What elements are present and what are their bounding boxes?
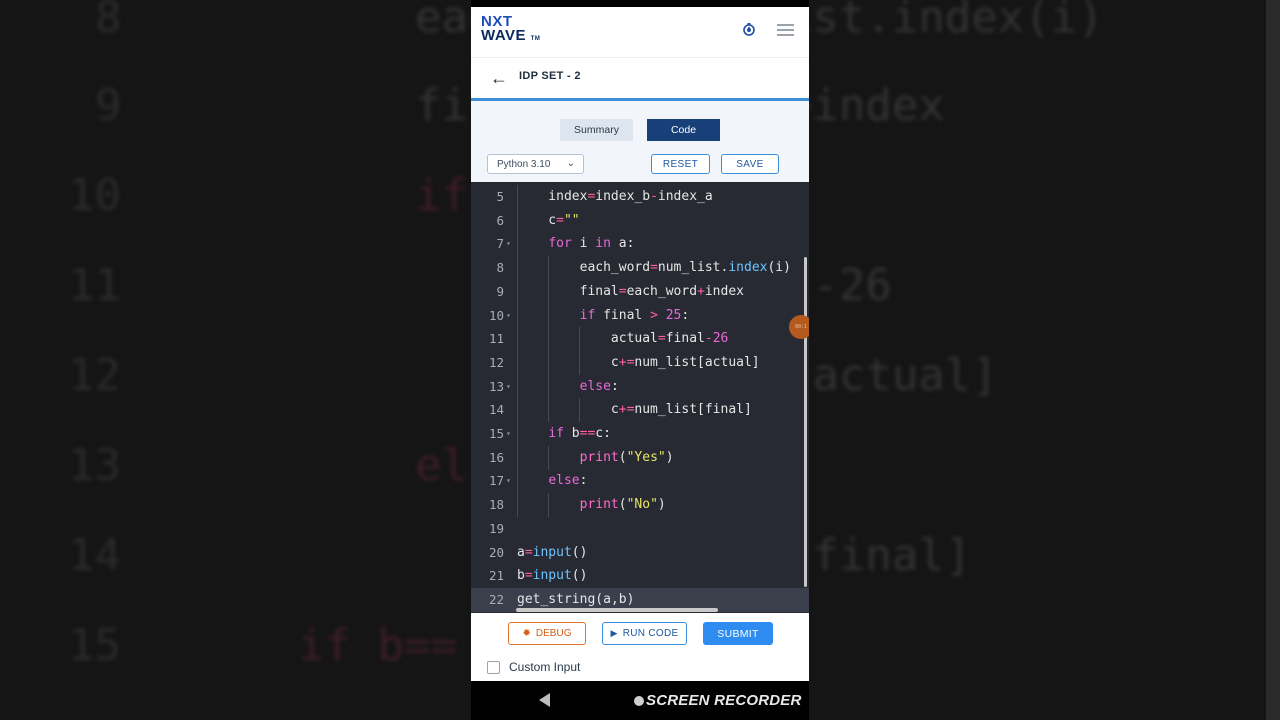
code-line[interactable]: 21 b=input() [471, 564, 809, 588]
code-text: if final > 25: [579, 307, 690, 323]
tab-code[interactable]: Code [647, 119, 720, 141]
code-text: else: [548, 473, 588, 489]
submit-button[interactable]: SUBMIT [703, 622, 773, 645]
line-number: 15 [488, 426, 504, 441]
code-line[interactable]: 19 [471, 517, 809, 541]
code-text: actual=final-26 [517, 331, 729, 347]
exam-title-bar: ← IDP SET - 2 [471, 58, 809, 101]
code-text: a=input() [517, 544, 588, 560]
chevron-down-icon: ⌄ [566, 158, 575, 169]
fold-arrow-icon[interactable]: ▾ [506, 375, 511, 399]
screen-recorder-watermark: SCREEN RECORDER [634, 692, 802, 709]
logo-text-wave: WAVE [481, 27, 527, 44]
code-text: index=index_b-index_a [517, 189, 713, 204]
line-number: 14 [488, 402, 504, 418]
code-text: c+=num_list[final] [517, 402, 752, 418]
line-number: 20 [488, 544, 504, 560]
code-line[interactable]: 17 ▾ else: [471, 469, 809, 494]
line-number: 19 [488, 520, 504, 536]
action-footer: ✹ DEBUG ▶ RUN CODE SUBMIT Custom Input [471, 613, 809, 681]
bug-icon: ✹ [522, 628, 531, 639]
code-text: for i in a: [548, 236, 635, 252]
code-line[interactable]: 5 index=index_b-index_a [471, 185, 809, 209]
code-text: else: [579, 378, 619, 394]
vertical-scrollbar[interactable] [804, 257, 807, 587]
code-text: c+=num_list[actual] [517, 354, 760, 370]
line-number: 21 [488, 568, 504, 584]
logo-trademark: TM [530, 36, 541, 42]
code-text: print("Yes") [579, 449, 674, 465]
line-number: 10 [488, 307, 504, 323]
line-number: 16 [488, 449, 504, 465]
line-number: 18 [488, 497, 504, 513]
language-select-value: Python 3.10 [497, 158, 551, 170]
code-line[interactable]: 13 ▾ else: [471, 374, 809, 399]
code-text: each_word=num_list.index(i) [517, 260, 791, 276]
fold-arrow-icon[interactable]: ▾ [506, 422, 511, 446]
code-text: b=input() [517, 568, 588, 584]
stopwatch-icon[interactable] [742, 22, 756, 36]
fold-arrow-icon[interactable]: ▾ [506, 232, 511, 256]
record-dot-icon [634, 696, 644, 706]
code-text: print("No") [579, 497, 666, 513]
code-editor[interactable]: 22 get_string(a,b) 21 b=input() 20 a=input() 1… [471, 182, 809, 613]
watermark-text: SCREEN RECORDER [646, 692, 802, 709]
code-line[interactable]: 11 actual=final-26 [471, 327, 809, 352]
android-nav-bar: SCREEN RECORDER [471, 681, 809, 720]
code-text: final=each_word+index [517, 283, 744, 299]
code-line[interactable]: 6 c="" [471, 208, 809, 233]
back-arrow-icon[interactable]: ← [490, 68, 508, 89]
top-app-bar: NXT WAVE TM [471, 7, 809, 58]
status-bar [471, 0, 809, 7]
custom-input-label: Custom Input [509, 660, 581, 674]
fold-arrow-icon[interactable]: ▾ [506, 304, 511, 328]
line-number: 17 [488, 473, 504, 489]
background-edge [1266, 0, 1280, 720]
page-title: IDP SET - 2 [519, 70, 581, 82]
reset-button[interactable]: RESET [651, 154, 710, 174]
phone-screen: NXT WAVE TM ← IDP SET - 2 Summary Code P… [471, 0, 809, 720]
recording-timer-bubble[interactable]: 00:1 [789, 315, 809, 339]
nxtwave-logo[interactable]: NXT WAVE TM [481, 14, 541, 46]
hamburger-menu-icon[interactable] [777, 24, 794, 36]
code-text: if b==c: [548, 426, 611, 441]
line-number: 8 [496, 260, 504, 276]
logo-text-bottom: WAVE TM [481, 27, 541, 46]
line-number: 6 [496, 212, 504, 228]
code-line[interactable]: 10 ▾ if final > 25: [471, 303, 809, 328]
line-number: 9 [496, 283, 504, 299]
line-number: 22 [488, 591, 504, 607]
language-select[interactable]: Python 3.10 ⌄ [487, 154, 584, 174]
tab-summary[interactable]: Summary [560, 119, 633, 141]
editor-controls: Summary Code Python 3.10 ⌄ RESET SAVE [471, 101, 809, 183]
run-code-label: RUN CODE [622, 628, 679, 639]
code-line[interactable]: 16 print("Yes") [471, 445, 809, 470]
line-number: 11 [488, 331, 504, 347]
code-line[interactable]: 7 ▾ for i in a: [471, 232, 809, 257]
nav-back-icon[interactable] [539, 693, 550, 707]
line-number: 12 [488, 354, 504, 370]
horizontal-scrollbar[interactable] [516, 608, 718, 612]
code-line[interactable]: 8 each_word=num_list.index(i) [471, 256, 809, 281]
save-button[interactable]: SAVE [721, 154, 779, 174]
code-line[interactable]: 15 ▾ if b==c: [471, 422, 809, 446]
debug-button[interactable]: ✹ DEBUG [508, 622, 586, 645]
code-line[interactable]: 18 print("No") [471, 493, 809, 518]
code-line[interactable]: 20 a=input() [471, 541, 809, 565]
line-number: 13 [488, 378, 504, 394]
fold-arrow-icon[interactable]: ▾ [506, 469, 511, 493]
line-number: 7 [496, 236, 504, 252]
debug-button-label: DEBUG [535, 628, 572, 639]
code-line[interactable]: 14 c+=num_list[final] [471, 398, 809, 423]
play-icon: ▶ [610, 628, 618, 638]
code-line[interactable]: 12 c+=num_list[actual] [471, 350, 809, 375]
code-line[interactable]: 9 final=each_word+index [471, 279, 809, 304]
run-code-button[interactable]: ▶ RUN CODE [602, 622, 687, 645]
custom-input-checkbox[interactable] [487, 661, 500, 674]
code-text: c="" [517, 212, 580, 228]
line-number: 5 [496, 189, 504, 204]
